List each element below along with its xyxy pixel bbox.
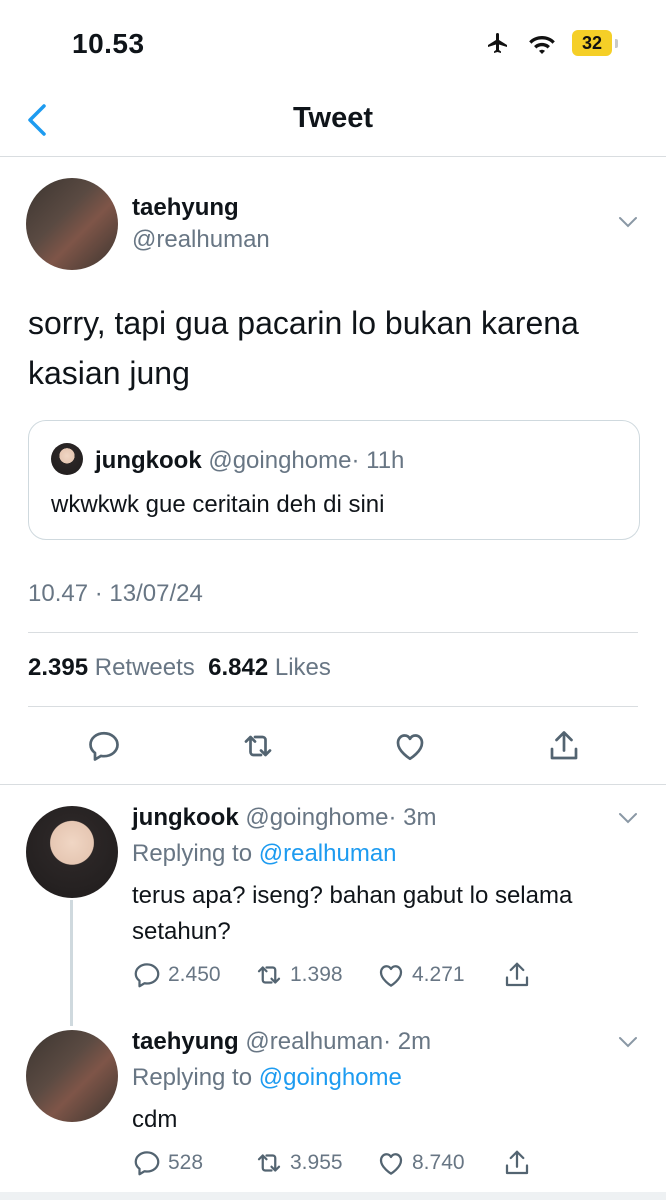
tweet-timestamp: 10.47 · 13/07/24 [28,580,203,607]
reply-time: · 3m [388,804,437,831]
chevron-down-icon[interactable] [616,210,640,234]
reply-action-bar: 2.450 1.398 4.271 [132,960,532,990]
chevron-down-icon[interactable] [616,806,640,830]
likes-count[interactable]: 6.842 [208,654,268,681]
bottom-bar [0,1192,666,1200]
retweet-button[interactable]: 3.955 [254,1148,376,1178]
share-icon [505,962,529,987]
replying-to: Replying to @realhuman [132,840,397,868]
retweet-icon[interactable] [240,728,276,764]
avatar[interactable] [26,1030,118,1122]
chevron-down-icon[interactable] [616,1030,640,1054]
retweets-label[interactable]: Retweets [95,654,195,681]
replying-prefix: Replying to [132,1064,253,1091]
replying-to-link[interactable]: @realhuman [259,840,397,867]
replying-to-link[interactable]: @goinghome [259,1064,402,1091]
battery-icon: 32 [572,30,618,56]
retweet-button[interactable]: 1.398 [254,960,376,990]
reply-icon [134,1151,160,1176]
like-button[interactable]: 4.271 [376,960,502,990]
reply-icon[interactable] [86,728,122,764]
reply-author-handle[interactable]: @realhuman [245,1028,383,1055]
reply-text: terus apa? iseng? bahan gabut lo selama … [132,882,573,945]
divider [28,706,638,707]
retweet-count: 3.955 [290,1151,343,1174]
quoted-author-handle: @goinghome [208,447,352,474]
reply-action-bar: 528 3.955 8.740 [132,1148,532,1178]
reply-author-name[interactable]: taehyung [132,1028,239,1055]
wifi-icon [529,36,555,54]
tweet-text: sorry, tapi gua pacarin lo bukan karena … [28,305,579,391]
reply-button[interactable]: 528 [132,1148,254,1178]
reply-author-name[interactable]: jungkook [132,804,239,831]
share-icon[interactable] [546,728,582,764]
reply-button[interactable]: 2.450 [132,960,254,990]
author-handle[interactable]: @realhuman [132,226,270,254]
quoted-time: · 11h [351,447,405,474]
replying-to: Replying to @goinghome [132,1064,402,1092]
quoted-avatar [51,443,83,475]
airplane-icon [488,33,507,53]
share-button[interactable] [502,960,532,990]
like-icon[interactable] [392,728,428,764]
thread-line [70,900,73,1026]
tweet-stats: 2.395 Retweets 6.842 Likes [28,654,331,682]
reply-time: · 2m [383,1028,432,1055]
like-button[interactable]: 8.740 [376,1148,502,1178]
like-count: 4.271 [412,963,465,986]
reply-count: 528 [168,1151,204,1174]
reply-count: 2.450 [168,963,221,986]
retweets-count[interactable]: 2.395 [28,654,88,681]
page-title: Tweet [292,102,374,134]
quoted-tweet-card[interactable]: jungkook @goinghome· 11h wkwkwk gue ceri… [28,420,640,540]
status-time: 10.53 [72,28,145,59]
battery-level: 32 [572,30,612,56]
replying-prefix: Replying to [132,840,253,867]
author-name[interactable]: taehyung [132,194,239,222]
nav-bar: Tweet [0,86,666,157]
divider [0,784,666,785]
share-button[interactable] [502,1148,532,1178]
quoted-header: jungkook @goinghome· 11h [95,447,404,475]
retweet-count: 1.398 [290,963,343,986]
like-icon [379,1153,403,1175]
retweet-icon [257,966,281,984]
like-icon [379,965,403,987]
reply-icon [134,963,160,988]
reply-text: cdm [132,1106,178,1133]
likes-label[interactable]: Likes [275,654,331,681]
reply-header: jungkook @goinghome· 3m [132,804,436,832]
reply-header: taehyung @realhuman· 2m [132,1028,431,1056]
avatar[interactable] [26,178,118,270]
quoted-author-name: jungkook [95,447,202,474]
share-icon [505,1150,529,1175]
reply-author-handle[interactable]: @goinghome [245,804,388,831]
avatar[interactable] [26,806,118,898]
quoted-text: wkwkwk gue ceritain deh di sini [51,491,385,518]
divider [28,632,638,633]
tweet-action-bar [0,720,666,776]
status-icons: 32 [484,30,618,56]
like-count: 8.740 [412,1151,465,1174]
retweet-icon [257,1154,281,1172]
